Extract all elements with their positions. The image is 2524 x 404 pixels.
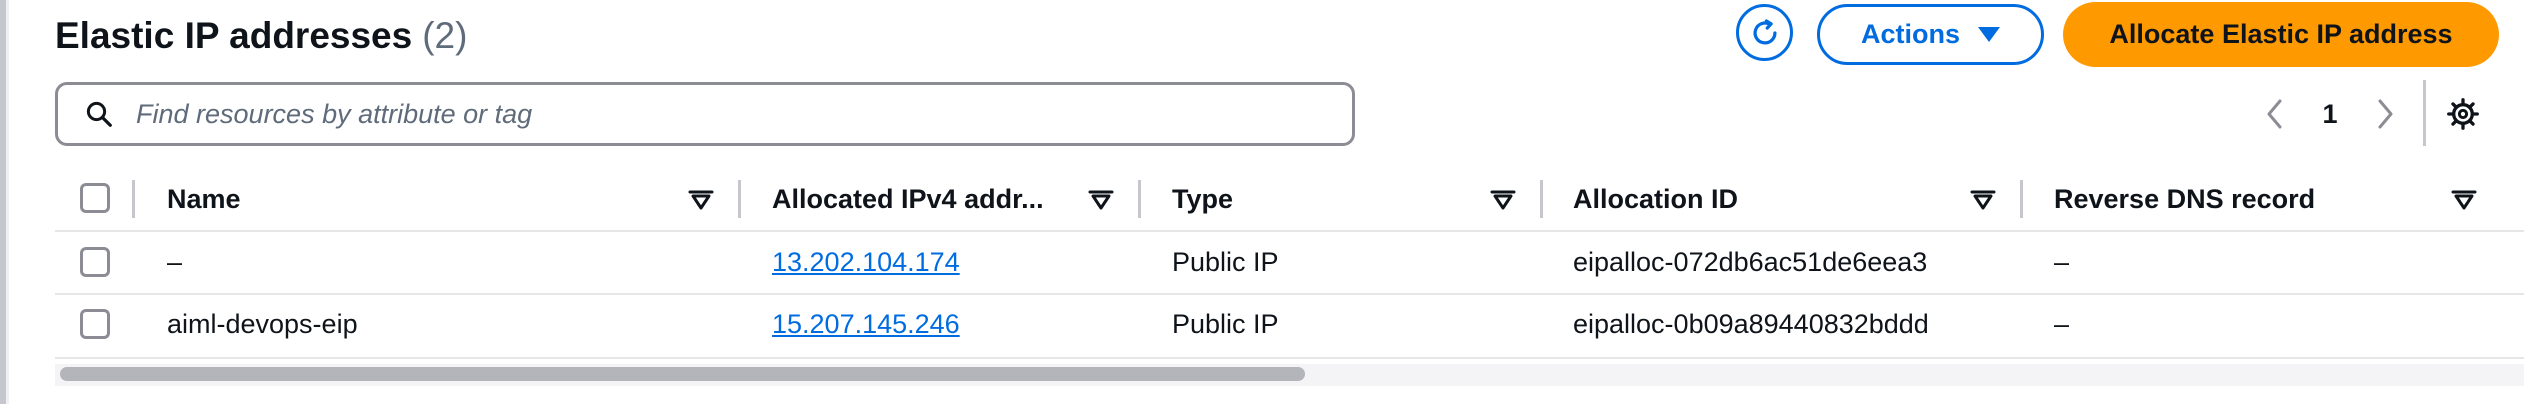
row-allocation-id: eipalloc-0b09a89440832bddd (1573, 308, 1929, 339)
sort-icon[interactable] (1088, 189, 1114, 211)
column-header-reverse-dns[interactable]: Reverse DNS record (2054, 180, 2315, 218)
row-ipv4-link[interactable]: 15.207.145.246 (772, 304, 960, 344)
row-border (55, 293, 2524, 295)
allocate-elastic-ip-button[interactable]: Allocate Elastic IP address (2063, 2, 2499, 67)
row-border (55, 357, 2524, 359)
next-page-button[interactable] (2365, 92, 2405, 136)
sort-icon[interactable] (1490, 189, 1516, 211)
resource-count: (2) (422, 15, 468, 56)
refresh-button[interactable] (1736, 4, 1793, 61)
chevron-left-icon (2267, 99, 2282, 129)
page-title-text: Elastic IP addresses (55, 15, 413, 56)
column-header-ipv4[interactable]: Allocated IPv4 addr... (772, 180, 1044, 218)
row-checkbox[interactable] (80, 309, 110, 339)
row-checkbox[interactable] (80, 247, 110, 277)
row-reverse-dns: – (2054, 308, 2070, 339)
search-bar[interactable] (55, 82, 1355, 146)
page-title: Elastic IP addresses (2) (55, 8, 467, 64)
chevron-right-icon (2378, 99, 2393, 129)
header-row-border (55, 230, 2524, 232)
row-name: – (167, 246, 183, 277)
row-allocation-id: eipalloc-072db6ac51de6eea3 (1573, 246, 1928, 277)
preferences-button[interactable] (2441, 92, 2485, 136)
sort-icon[interactable] (1970, 189, 1996, 211)
row-name: aiml-devops-eip (167, 308, 358, 339)
row-ipv4-link[interactable]: 13.202.104.174 (772, 242, 960, 282)
column-divider (1138, 180, 1141, 218)
refresh-icon (1752, 18, 1777, 44)
current-page-number[interactable]: 1 (2315, 92, 2345, 136)
left-edge-shadow (6, 0, 9, 404)
actions-button-label: Actions (1860, 19, 1960, 49)
row-type: Public IP (1172, 308, 1279, 339)
row-reverse-dns: – (2054, 246, 2070, 277)
row-type: Public IP (1172, 246, 1279, 277)
column-divider (1540, 180, 1543, 218)
column-divider (738, 180, 741, 218)
sort-icon[interactable] (688, 189, 714, 211)
column-header-type[interactable]: Type (1172, 180, 1233, 218)
column-header-allocation-id[interactable]: Allocation ID (1573, 180, 1738, 218)
actions-button[interactable]: Actions (1817, 4, 2044, 65)
pagination-divider (2423, 80, 2426, 146)
search-icon (86, 101, 112, 127)
sort-icon[interactable] (2451, 189, 2477, 211)
column-header-name[interactable]: Name (167, 180, 241, 218)
horizontal-scrollbar-thumb[interactable] (60, 367, 1305, 381)
gear-icon (2447, 98, 2479, 130)
select-all-checkbox[interactable] (80, 183, 110, 213)
previous-page-button[interactable] (2255, 92, 2295, 136)
column-divider (132, 180, 135, 218)
column-divider (2020, 180, 2023, 218)
caret-down-icon (1978, 27, 2000, 42)
search-input[interactable] (134, 93, 1238, 135)
